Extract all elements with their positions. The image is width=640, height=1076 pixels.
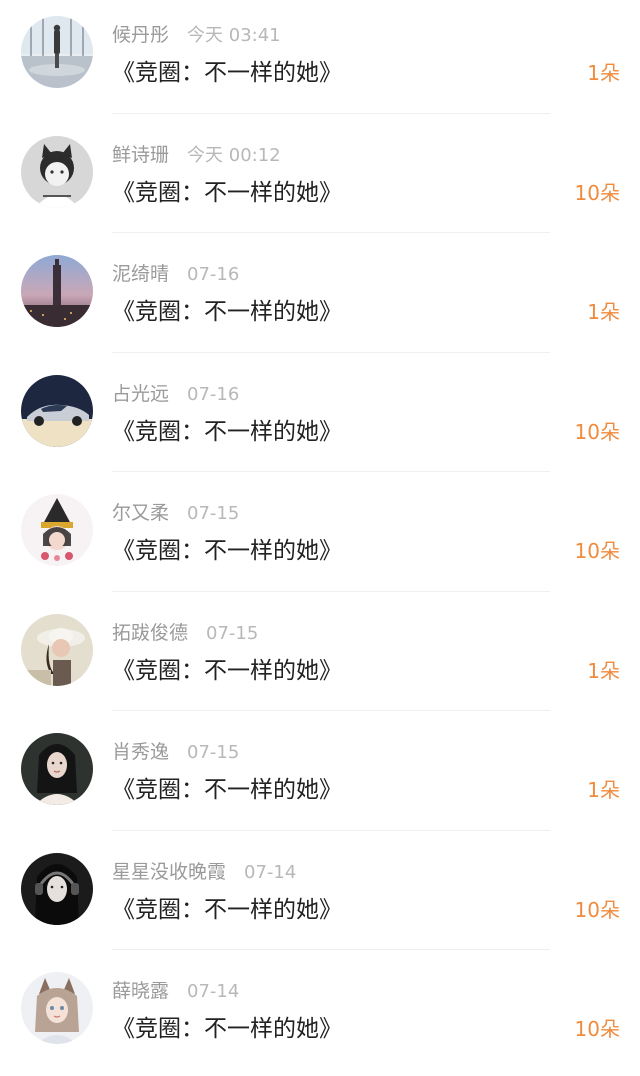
avatar-headphones-girl-icon[interactable]	[21, 852, 93, 925]
avatar-cat-hat-girl-icon[interactable]	[21, 135, 93, 208]
reward-meta: 拓跋俊德 07-15	[112, 619, 258, 647]
sender-name[interactable]: 星星没收晚霞	[112, 861, 226, 883]
book-title[interactable]: 《竞圈：不一样的她》	[112, 534, 342, 568]
reward-meta: 星星没收晚霞 07-14	[112, 858, 296, 886]
reward-row[interactable]: 泥绮晴 07-16 《竞圈：不一样的她》 1朵	[0, 239, 640, 359]
avatar-woman-portrait-icon[interactable]	[21, 733, 93, 805]
sender-name[interactable]: 尔又柔	[112, 502, 169, 524]
avatar-city-window-icon[interactable]	[21, 16, 93, 88]
flower-amount: 1朵	[587, 778, 620, 802]
reward-meta: 泥绮晴 07-16	[112, 260, 239, 288]
book-title[interactable]: 《竞圈：不一样的她》	[112, 56, 342, 90]
flower-amount: 1朵	[587, 61, 620, 85]
flower-amount: 10朵	[574, 1017, 620, 1041]
row-divider	[112, 710, 550, 711]
flower-amount: 1朵	[587, 658, 620, 683]
reward-time: 07-14	[187, 981, 240, 1002]
row-divider	[112, 590, 550, 592]
reward-time: 07-15	[187, 503, 240, 524]
avatar-taipei-tower-icon[interactable]	[21, 255, 93, 327]
sender-name[interactable]: 泥绮晴	[112, 263, 169, 285]
row-divider	[112, 829, 550, 831]
row-divider	[112, 471, 550, 472]
reward-time: 今天 00:12	[187, 144, 281, 166]
flower-amount: 10朵	[574, 539, 620, 563]
reward-row[interactable]: 尔又柔 07-15 《竞圈：不一样的她》 10朵	[0, 478, 640, 598]
reward-row[interactable]: 拓跋俊德 07-15 《竞圈：不一样的她》 1朵	[0, 598, 640, 718]
reward-list: 候丹彤 今天 03:41 《竞圈：不一样的她》 1朵 鲜诗珊 今天 00:12 《竞…	[0, 0, 640, 1071]
reward-row[interactable]: 肖秀逸 07-15 《竞圈：不一样的她》 1朵	[0, 717, 640, 837]
row-divider	[112, 351, 550, 353]
flower-amount: 10朵	[574, 180, 620, 205]
reward-row[interactable]: 鲜诗珊 今天 00:12 《竞圈：不一样的她》 10朵	[0, 120, 640, 240]
reward-meta: 肖秀逸 07-15	[112, 738, 239, 766]
avatar-anime-doll-icon[interactable]	[21, 494, 93, 566]
reward-time: 今天 03:41	[187, 25, 281, 46]
reward-row[interactable]: 薛晓露 07-14 《竞圈：不一样的她》 10朵	[0, 956, 640, 1076]
sender-name[interactable]: 薛晓露	[112, 980, 169, 1002]
reward-meta: 鲜诗珊 今天 00:12	[112, 141, 281, 169]
sender-name[interactable]: 占光远	[112, 383, 169, 405]
row-divider	[112, 949, 550, 950]
book-title[interactable]: 《竞圈：不一样的她》	[112, 893, 342, 927]
reward-meta: 占光远 07-16	[112, 380, 239, 408]
flower-amount: 1朵	[587, 300, 620, 324]
reward-meta: 薛晓露 07-14	[112, 977, 239, 1005]
flower-amount: 10朵	[574, 897, 620, 922]
reward-row[interactable]: 星星没收晚霞 07-14 《竞圈：不一样的她》 10朵	[0, 837, 640, 957]
avatar-anime-fox-girl-icon[interactable]	[21, 972, 93, 1044]
sender-name[interactable]: 肖秀逸	[112, 741, 169, 763]
book-title[interactable]: 《竞圈：不一样的她》	[112, 773, 342, 807]
reward-time: 07-14	[244, 861, 297, 883]
row-divider	[112, 112, 550, 114]
reward-row[interactable]: 占光远 07-16 《竞圈：不一样的她》 10朵	[0, 359, 640, 479]
book-title[interactable]: 《竞圈：不一样的她》	[112, 1012, 342, 1046]
avatar-woman-hat-icon[interactable]	[21, 613, 93, 686]
reward-time: 07-16	[187, 264, 240, 285]
reward-meta: 候丹彤 今天 03:41	[112, 21, 281, 49]
reward-time: 07-15	[187, 742, 240, 763]
avatar-car-icon[interactable]	[21, 374, 93, 447]
book-title[interactable]: 《竞圈：不一样的她》	[112, 415, 342, 449]
reward-time: 07-15	[206, 622, 259, 644]
reward-meta: 尔又柔 07-15	[112, 499, 239, 527]
book-title[interactable]: 《竞圈：不一样的她》	[112, 295, 342, 329]
sender-name[interactable]: 拓跋俊德	[112, 622, 188, 644]
sender-name[interactable]: 鲜诗珊	[112, 144, 169, 166]
book-title[interactable]: 《竞圈：不一样的她》	[112, 176, 342, 210]
reward-time: 07-16	[187, 383, 240, 405]
flower-amount: 10朵	[574, 419, 620, 444]
reward-row[interactable]: 候丹彤 今天 03:41 《竞圈：不一样的她》 1朵	[0, 0, 640, 120]
book-title[interactable]: 《竞圈：不一样的她》	[112, 654, 342, 688]
sender-name[interactable]: 候丹彤	[112, 24, 169, 46]
row-divider	[112, 232, 550, 233]
